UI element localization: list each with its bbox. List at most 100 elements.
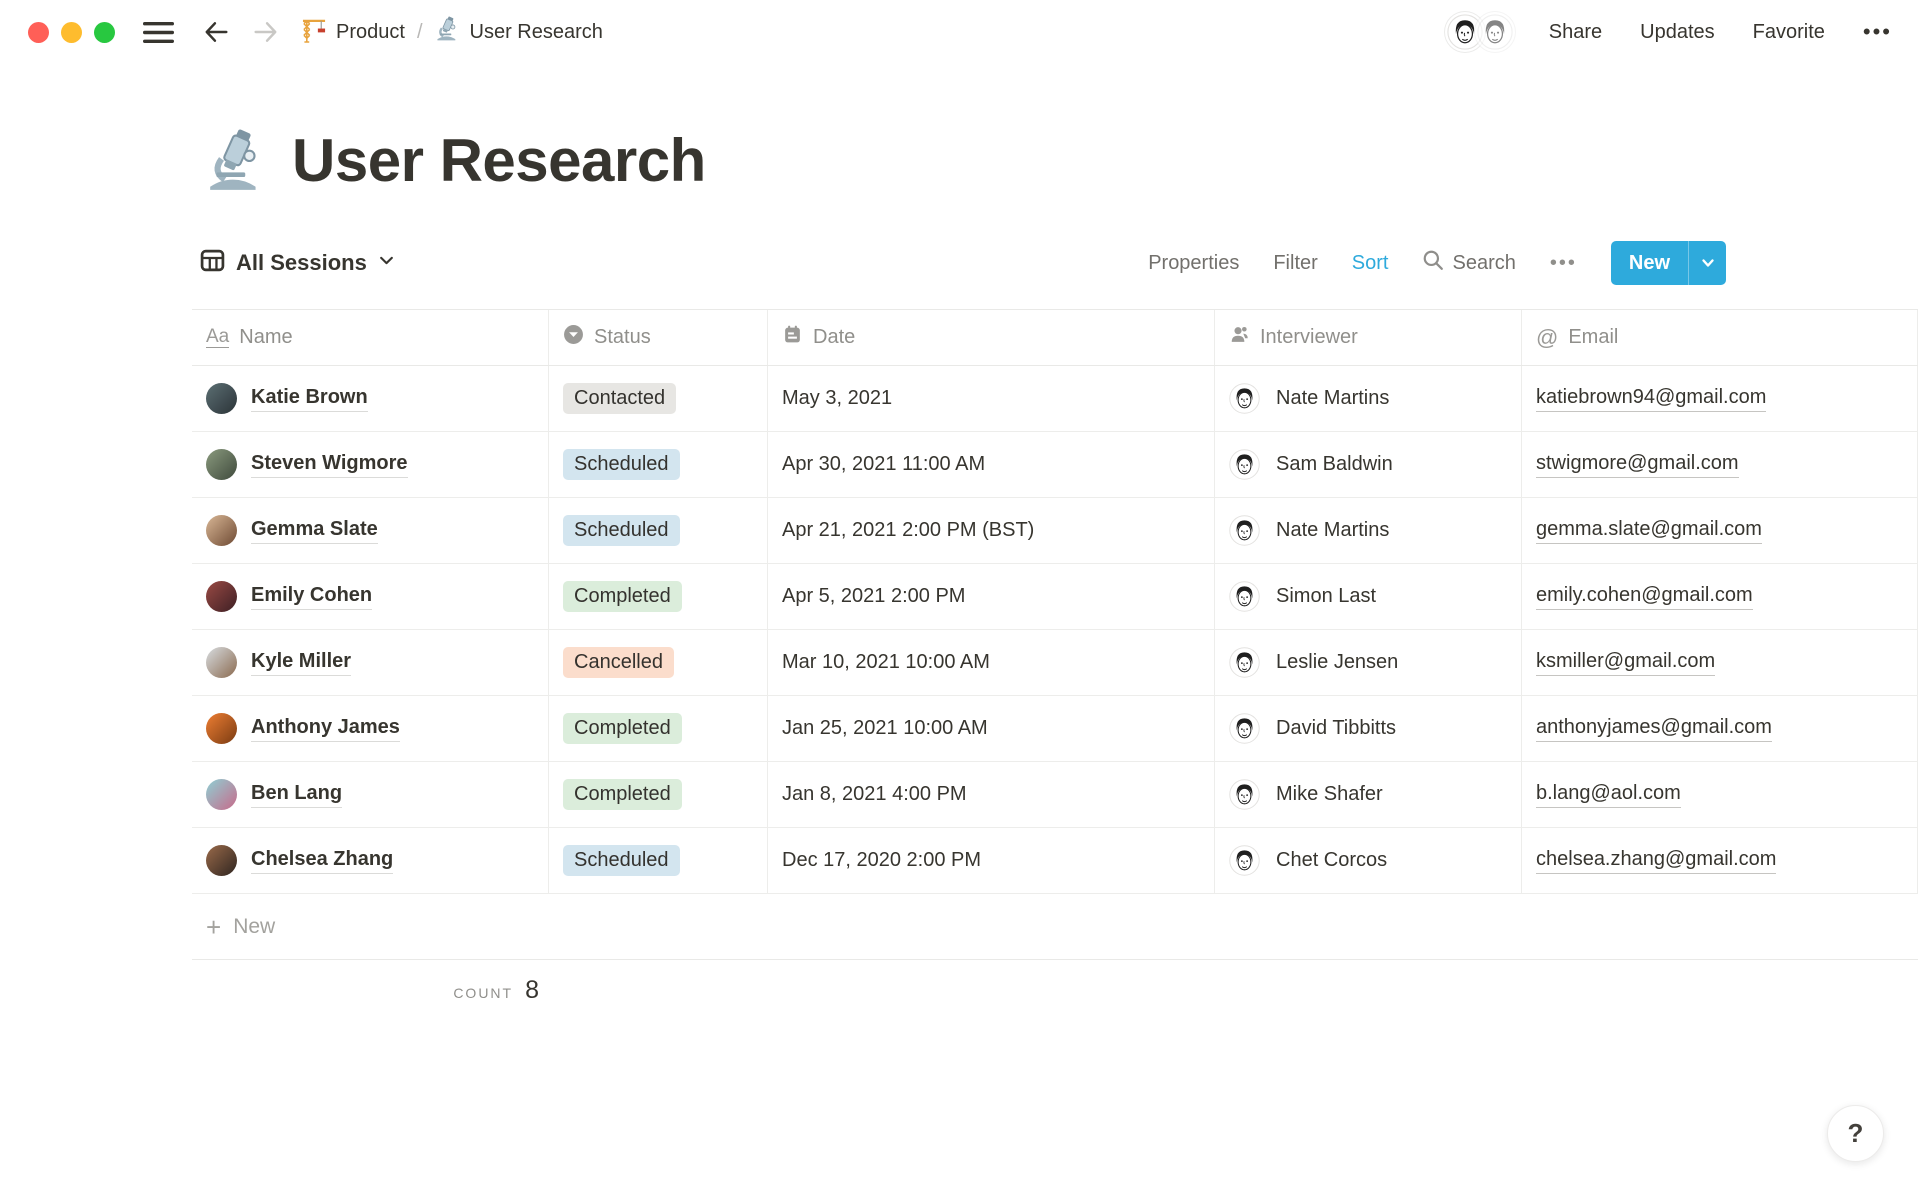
interviewer-cell[interactable]: Mike Shafer xyxy=(1215,762,1522,827)
row-date: Dec 17, 2020 2:00 PM xyxy=(782,849,982,871)
interviewer-cell[interactable]: Chet Corcos xyxy=(1215,828,1522,893)
date-cell[interactable]: Jan 8, 2021 4:00 PM xyxy=(768,762,1215,827)
email-cell[interactable]: gemma.slate@gmail.com xyxy=(1522,498,1918,563)
column-label-date: Date xyxy=(813,326,856,348)
status-cell[interactable]: Cancelled xyxy=(549,630,768,695)
row-name: Emily Cohen xyxy=(251,584,373,610)
help-label: ? xyxy=(1847,1118,1864,1148)
sort-button[interactable]: Sort xyxy=(1352,252,1389,275)
status-badge: Scheduled xyxy=(563,515,680,546)
favorite-button[interactable]: Favorite xyxy=(1753,21,1825,44)
email-cell[interactable]: ksmiller@gmail.com xyxy=(1522,630,1918,695)
search-button[interactable]: Search xyxy=(1422,249,1516,277)
column-header-status[interactable]: Status xyxy=(549,310,768,365)
sidebar-toggle-icon[interactable] xyxy=(143,20,174,45)
properties-button[interactable]: Properties xyxy=(1148,252,1239,275)
name-cell[interactable]: Ben Lang xyxy=(192,762,549,827)
filter-button[interactable]: Filter xyxy=(1273,252,1317,275)
column-calculation[interactable]: COUNT 8 xyxy=(192,976,549,1005)
avatar xyxy=(206,779,237,810)
page-title[interactable]: User Research xyxy=(292,126,706,195)
help-button[interactable]: ? xyxy=(1827,1105,1884,1162)
date-cell[interactable]: Apr 21, 2021 2:00 PM (BST) xyxy=(768,498,1215,563)
name-cell[interactable]: Steven Wigmore xyxy=(192,432,549,497)
breadcrumb-product[interactable]: Product xyxy=(302,16,405,49)
row-email: ksmiller@gmail.com xyxy=(1536,650,1716,676)
status-badge: Scheduled xyxy=(563,845,680,876)
column-label-interviewer: Interviewer xyxy=(1260,326,1358,348)
email-cell[interactable]: emily.cohen@gmail.com xyxy=(1522,564,1918,629)
minimize-window-button[interactable] xyxy=(61,21,82,43)
interviewer-cell[interactable]: Leslie Jensen xyxy=(1215,630,1522,695)
breadcrumb-user-research[interactable]: User Research xyxy=(435,15,603,49)
row-date: Mar 10, 2021 10:00 AM xyxy=(782,651,990,673)
view-more-options-icon[interactable]: ••• xyxy=(1550,252,1577,275)
date-cell[interactable]: May 3, 2021 xyxy=(768,366,1215,431)
row-date: Apr 30, 2021 11:00 AM xyxy=(782,453,986,475)
interviewer-avatar xyxy=(1229,713,1260,744)
name-cell[interactable]: Katie Brown xyxy=(192,366,549,431)
new-record-dropdown[interactable] xyxy=(1688,241,1726,285)
date-cell[interactable]: Apr 30, 2021 11:00 AM xyxy=(768,432,1215,497)
column-header-interviewer[interactable]: Interviewer xyxy=(1215,310,1522,365)
status-cell[interactable]: Scheduled xyxy=(549,498,768,563)
name-cell[interactable]: Emily Cohen xyxy=(192,564,549,629)
email-cell[interactable]: chelsea.zhang@gmail.com xyxy=(1522,828,1918,893)
status-cell[interactable]: Completed xyxy=(549,762,768,827)
interviewer-avatar xyxy=(1229,845,1260,876)
forward-arrow-icon[interactable] xyxy=(252,19,280,45)
updates-button[interactable]: Updates xyxy=(1640,21,1715,44)
name-cell[interactable]: Kyle Miller xyxy=(192,630,549,695)
share-button[interactable]: Share xyxy=(1549,21,1602,44)
row-email: gemma.slate@gmail.com xyxy=(1536,518,1762,544)
table-row: Gemma Slate Scheduled Apr 21, 2021 2:00 … xyxy=(192,498,1918,564)
name-cell[interactable]: Gemma Slate xyxy=(192,498,549,563)
close-window-button[interactable] xyxy=(28,21,49,43)
row-email: stwigmore@gmail.com xyxy=(1536,452,1739,478)
date-cell[interactable]: Apr 5, 2021 2:00 PM xyxy=(768,564,1215,629)
row-name: Steven Wigmore xyxy=(251,452,408,478)
row-interviewer-name: Nate Martins xyxy=(1276,519,1390,541)
page-icon-microscope[interactable] xyxy=(204,128,270,194)
search-label: Search xyxy=(1452,251,1516,274)
email-cell[interactable]: anthonyjames@gmail.com xyxy=(1522,696,1918,761)
interviewer-avatar xyxy=(1229,581,1260,612)
new-record-button[interactable]: New xyxy=(1610,241,1726,285)
zoom-window-button[interactable] xyxy=(94,21,115,43)
email-cell[interactable]: stwigmore@gmail.com xyxy=(1522,432,1918,497)
status-badge: Cancelled xyxy=(563,647,674,678)
name-cell[interactable]: Anthony James xyxy=(192,696,549,761)
status-cell[interactable]: Contacted xyxy=(549,366,768,431)
row-date: Jan 8, 2021 4:00 PM xyxy=(782,783,967,805)
interviewer-cell[interactable]: Sam Baldwin xyxy=(1215,432,1522,497)
table-row: Chelsea Zhang Scheduled Dec 17, 2020 2:0… xyxy=(192,828,1918,894)
date-cell[interactable]: Dec 17, 2020 2:00 PM xyxy=(768,828,1215,893)
table-row: Steven Wigmore Scheduled Apr 30, 2021 11… xyxy=(192,432,1918,498)
add-row-button[interactable]: + New xyxy=(192,894,1918,960)
status-cell[interactable]: Completed xyxy=(549,564,768,629)
status-cell[interactable]: Completed xyxy=(549,696,768,761)
row-interviewer-name: Sam Baldwin xyxy=(1276,453,1393,475)
interviewer-cell[interactable]: David Tibbitts xyxy=(1215,696,1522,761)
row-email: emily.cohen@gmail.com xyxy=(1536,584,1753,610)
column-header-name[interactable]: Aa Name xyxy=(192,310,549,365)
back-arrow-icon[interactable] xyxy=(202,19,230,45)
name-cell[interactable]: Chelsea Zhang xyxy=(192,828,549,893)
date-cell[interactable]: Jan 25, 2021 10:00 AM xyxy=(768,696,1215,761)
status-cell[interactable]: Scheduled xyxy=(549,828,768,893)
interviewer-cell[interactable]: Nate Martins xyxy=(1215,366,1522,431)
email-cell[interactable]: katiebrown94@gmail.com xyxy=(1522,366,1918,431)
page-more-options-icon[interactable]: ••• xyxy=(1863,19,1892,45)
column-header-date[interactable]: Date xyxy=(768,310,1215,365)
person-icon xyxy=(1229,324,1250,351)
view-selector[interactable]: All Sessions xyxy=(200,248,395,278)
new-record-label[interactable]: New xyxy=(1611,241,1688,285)
interviewer-cell[interactable]: Simon Last xyxy=(1215,564,1522,629)
collaborator-avatars[interactable] xyxy=(1444,12,1515,52)
interviewer-cell[interactable]: Nate Martins xyxy=(1215,498,1522,563)
email-cell[interactable]: b.lang@aol.com xyxy=(1522,762,1918,827)
status-cell[interactable]: Scheduled xyxy=(549,432,768,497)
row-email: katiebrown94@gmail.com xyxy=(1536,386,1767,412)
date-cell[interactable]: Mar 10, 2021 10:00 AM xyxy=(768,630,1215,695)
column-header-email[interactable]: @ Email xyxy=(1522,310,1918,365)
